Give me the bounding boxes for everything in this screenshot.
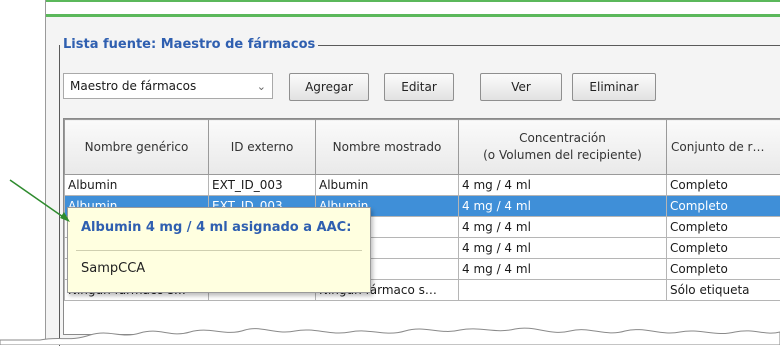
cell-concentration: 4 mg / 4 ml [459, 238, 667, 259]
cell-concentration: 4 mg / 4 ml [459, 196, 667, 217]
chevron-down-icon: ⌄ [257, 80, 266, 93]
column-header-external-id[interactable]: ID externo [209, 120, 316, 175]
cell-rule-set: Completo [667, 217, 780, 238]
tooltip-divider [76, 250, 362, 251]
cell-display-name: Albumin [316, 175, 459, 196]
cell-external-id: EXT_ID_003 [209, 175, 316, 196]
cell-rule-set: Completo [667, 175, 780, 196]
cell-concentration: 4 mg / 4 ml [459, 217, 667, 238]
cell-concentration: 4 mg / 4 ml [459, 259, 667, 280]
callout-arrow-icon [0, 0, 80, 230]
tooltip-value: SampCCA [81, 261, 145, 276]
cell-rule-set: Completo [667, 196, 780, 217]
tooltip: Albumin 4 mg / 4 ml asignado a AAC: Samp… [67, 207, 371, 293]
tooltip-heading: Albumin 4 mg / 4 ml asignado a AAC: [81, 220, 351, 235]
cell-rule-set: Completo [667, 238, 780, 259]
cell-generic-name: Albumin [65, 175, 209, 196]
source-list-select-value: Maestro de fármacos [70, 79, 253, 93]
column-header-rule-set[interactable]: Conjunto de r… [667, 120, 780, 175]
source-list-select[interactable]: Maestro de fármacos ⌄ [63, 73, 273, 99]
cell-rule-set: Completo [667, 259, 780, 280]
edit-button[interactable]: Editar [384, 73, 454, 101]
add-button[interactable]: Agregar [289, 73, 369, 101]
cell-rule-set: Sólo etiqueta [667, 280, 780, 301]
table-row[interactable]: AlbuminEXT_ID_003Albumin4 mg / 4 mlCompl… [65, 175, 780, 196]
delete-button[interactable]: Eliminar [572, 73, 656, 101]
group-title: Lista fuente: Maestro de fármacos [60, 37, 318, 52]
column-header-generic-name[interactable]: Nombre genérico [65, 120, 209, 175]
column-header-concentration[interactable]: Concentración (o Volumen del recipiente) [459, 120, 667, 175]
view-button[interactable]: Ver [480, 73, 562, 101]
column-header-display-name[interactable]: Nombre mostrado [316, 120, 459, 175]
cell-concentration: 4 mg / 4 ml [459, 175, 667, 196]
cell-concentration [459, 280, 667, 301]
torn-edge [0, 318, 780, 345]
window-top-strip [46, 0, 780, 17]
